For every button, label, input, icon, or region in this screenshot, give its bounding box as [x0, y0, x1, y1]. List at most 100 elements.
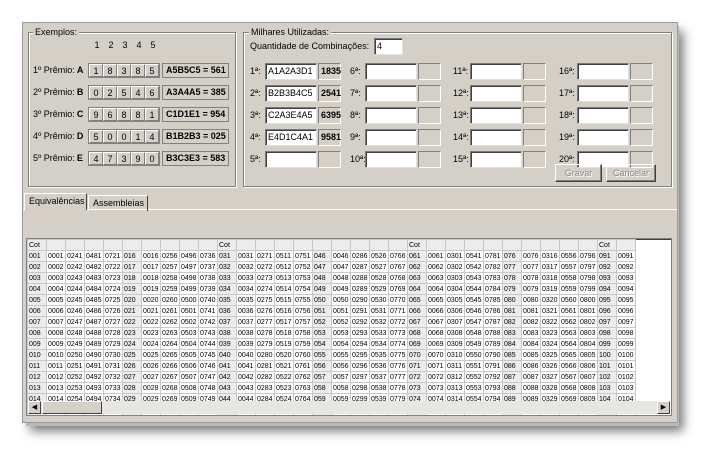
grid-cell: 092: [597, 261, 617, 273]
grid-cell: 0050: [331, 294, 351, 306]
table-row[interactable]: 006 0006 0246 0486 0726 021 0021 0261 0501 0741 03…: [27, 305, 636, 317]
milhar-input[interactable]: [577, 85, 629, 102]
grid-cell: 0742: [198, 316, 218, 328]
grid-cell: 0275: [255, 294, 275, 306]
milhar-input[interactable]: C2A3E4A5: [265, 107, 317, 124]
gravar-button[interactable]: Gravar: [555, 164, 602, 182]
grid-cell: 0751: [293, 250, 313, 262]
scroll-thumb[interactable]: [42, 401, 102, 414]
milhar-input[interactable]: [470, 129, 522, 146]
equivalencias-grid[interactable]: Cot Cot Cot Cot 001 0001 0241 0481 0721 016 0016 02…: [26, 238, 672, 416]
table-row[interactable]: 005 0005 0245 0485 0725 020 0020 0260 0500 0740 03…: [27, 294, 636, 306]
milhar-input[interactable]: [365, 107, 417, 124]
milhar-input[interactable]: B2B3B4C5: [265, 85, 317, 102]
milhar-input[interactable]: [577, 129, 629, 146]
grid-cell: 0770: [388, 294, 408, 306]
table-row[interactable]: 012 0012 0252 0492 0732 027 0027 0267 0507 0747 04…: [27, 371, 636, 383]
grid-cell: 096: [597, 305, 617, 317]
milhar-input[interactable]: [470, 85, 522, 102]
grid-cell: 0798: [578, 272, 598, 284]
grid-cell: 0802: [578, 316, 598, 328]
grid-cell: 0051: [331, 305, 351, 317]
grid-cell: 020: [122, 294, 142, 306]
grid-cell: 022: [122, 316, 142, 328]
milhar-count: [630, 63, 653, 80]
grid-cell: 0786: [483, 305, 503, 317]
grid-cell: 0497: [179, 261, 199, 273]
table-row[interactable]: 009 0009 0249 0489 0729 024 0024 0264 0504 0744 03…: [27, 338, 636, 350]
grid-cell: 081: [502, 305, 522, 317]
grid-cell: 0796: [578, 250, 598, 262]
table-row[interactable]: 007 0007 0247 0487 0727 022 0022 0262 0502 0742 03…: [27, 316, 636, 328]
grid-header-cell: [521, 239, 541, 251]
milhares-legend: Milhares Utilizadas:: [249, 27, 332, 37]
grid-cell: 0320: [540, 294, 560, 306]
grid-cell: 0728: [103, 327, 123, 339]
milhar-input[interactable]: [265, 151, 317, 168]
grid-cell: 0006: [46, 305, 66, 317]
horizontal-scrollbar[interactable]: ◀ ▶: [28, 401, 670, 414]
grid-cell: 0803: [578, 327, 598, 339]
grid-cell: 071: [407, 360, 427, 372]
table-row[interactable]: 008 0008 0248 0488 0728 023 0023 0263 0503 0743 03…: [27, 327, 636, 339]
grid-cell: 011: [27, 360, 47, 372]
milhar-input[interactable]: [365, 151, 417, 168]
grid-cell: 0791: [483, 360, 503, 372]
milhar-input[interactable]: E4D1C4A1: [265, 129, 317, 146]
grid-cell: 0046: [331, 250, 351, 262]
grid-cell: 0021: [141, 305, 161, 317]
grid-cell: 0068: [426, 327, 446, 339]
grid-cell: 0528: [369, 272, 389, 284]
grid-header-cell: [141, 239, 161, 251]
grid-cell: 0013: [46, 382, 66, 394]
grid-header-cell: [274, 239, 294, 251]
grid-cell: 0325: [540, 349, 560, 361]
milhar-input[interactable]: [365, 85, 417, 102]
qty-input[interactable]: 4: [374, 38, 403, 55]
table-row[interactable]: 011 0011 0251 0491 0731 026 0026 0266 0506 0746 04…: [27, 360, 636, 372]
grid-cell: 0483: [84, 272, 104, 284]
grid-cell: 0303: [445, 272, 465, 284]
milhar-input[interactable]: A1A2A3D1: [265, 63, 317, 80]
milhar-input[interactable]: [365, 129, 417, 146]
premio-digit: 5: [145, 64, 159, 77]
grid-cell: 0026: [141, 360, 161, 372]
grid-cell: 0088: [521, 382, 541, 394]
milhar-label: 17ª:: [559, 88, 575, 98]
milhar-input[interactable]: [470, 107, 522, 124]
grid-cell: 0302: [445, 261, 465, 273]
table-row[interactable]: 013 0013 0253 0493 0733 028 0028 0268 0508 0748 04…: [27, 382, 636, 394]
grid-cell: 0017: [141, 261, 161, 273]
grid-header-cell: [103, 239, 123, 251]
table-row[interactable]: 002 0002 0242 0482 0722 017 0017 0257 0497 0737 03…: [27, 261, 636, 273]
milhar-input[interactable]: [470, 63, 522, 80]
milhar-count: [318, 151, 341, 168]
grid-cell: 0530: [369, 294, 389, 306]
grid-cell: 0773: [388, 327, 408, 339]
grid-cell: 063: [407, 272, 427, 284]
scroll-left-icon[interactable]: ◀: [28, 401, 41, 414]
grid-cell: 0552: [464, 371, 484, 383]
grid-cell: 0277: [255, 316, 275, 328]
milhar-input[interactable]: [365, 63, 417, 80]
grid-cell: 009: [27, 338, 47, 350]
table-row[interactable]: 001 0001 0241 0481 0721 016 0016 0256 0496 0736 03…: [27, 250, 636, 262]
tab-equivalencias[interactable]: Equivalências: [24, 193, 87, 210]
milhar-input[interactable]: [577, 63, 629, 80]
grid-cell: 0283: [255, 382, 275, 394]
grid-cell: 0757: [293, 316, 313, 328]
cancelar-button[interactable]: Cancelar: [606, 164, 656, 182]
scroll-right-icon[interactable]: ▶: [657, 401, 670, 414]
table-row[interactable]: 004 0004 0244 0484 0724 019 0019 0259 0499 0739 03…: [27, 283, 636, 295]
milhar-input[interactable]: [577, 107, 629, 124]
tab-assembleias[interactable]: Assembleias: [88, 195, 148, 211]
milhar-label: 18ª:: [559, 110, 575, 120]
grid-cell: 018: [122, 272, 142, 284]
grid-cell: 0251: [65, 360, 85, 372]
table-row[interactable]: 003 0003 0243 0483 0723 018 0018 0258 0498 0738 03…: [27, 272, 636, 284]
grid-cell: 0564: [559, 338, 579, 350]
milhar-input[interactable]: [470, 151, 522, 168]
milhar-label: 11ª:: [453, 66, 469, 76]
grid-cell: 0066: [426, 305, 446, 317]
table-row[interactable]: 010 0010 0250 0490 0730 025 0025 0265 0505 0745 04…: [27, 349, 636, 361]
